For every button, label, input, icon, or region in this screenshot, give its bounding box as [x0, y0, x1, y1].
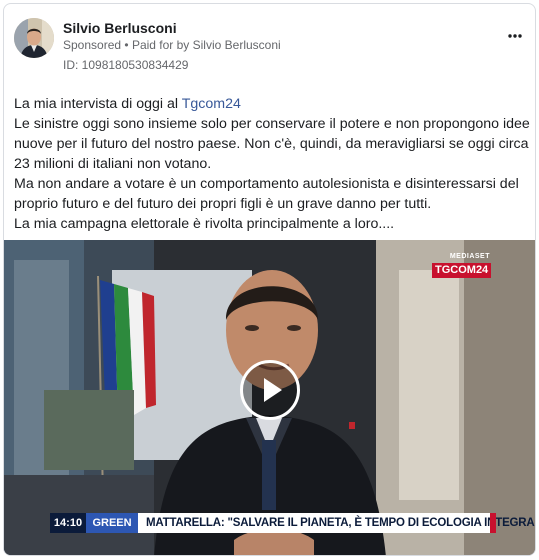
play-icon	[264, 378, 282, 402]
ticker-headline: MATTARELLA: "SALVARE IL PIANETA, È TEMPO…	[138, 513, 535, 533]
body-line-6: proprio futuro e del futuro dei propri f…	[14, 196, 432, 212]
tgcom24-link[interactable]: Tgcom24	[182, 96, 241, 112]
body-line-7: La mia campagna elettorale è rivolta pri…	[14, 216, 395, 232]
body-line-1: La mia intervista di oggi al Tgcom24	[14, 94, 529, 114]
body-line-2: Le sinistre oggi sono insieme solo per c…	[14, 116, 530, 132]
logo-mediaset: MEDIASET	[449, 253, 490, 260]
ticker-end-accent	[490, 513, 496, 533]
logo-tgcom24: TGCOM24	[432, 263, 492, 278]
ad-id: ID: 1098180530834429	[63, 58, 189, 72]
play-button[interactable]	[240, 360, 300, 420]
post-body: La mia intervista di oggi al Tgcom24 Le …	[14, 94, 530, 234]
body-line-5: Ma non andare a votare è un comportament…	[14, 176, 519, 192]
ticker-tag: GREEN	[86, 513, 138, 533]
more-horizontal-icon	[508, 34, 522, 38]
video-player[interactable]: MEDIASET TGCOM24 14:10 GREEN MATTARELLA:…	[4, 240, 535, 555]
paid-by-label: Paid for by Silvio Berlusconi	[131, 38, 281, 52]
body-line-3: nuove per il futuro del nostro paese. No…	[14, 136, 529, 152]
ticker-time: 14:10	[50, 513, 86, 533]
sponsored-label: Sponsored	[63, 38, 122, 52]
sponsored-line: Sponsored • Paid for by Silvio Berluscon…	[63, 38, 281, 52]
avatar-image	[14, 18, 54, 58]
news-ticker: 14:10 GREEN MATTARELLA: "SALVARE IL PIAN…	[50, 513, 535, 533]
more-options-button[interactable]	[504, 28, 526, 44]
ad-card: Silvio Berlusconi Sponsored • Paid for b…	[3, 3, 536, 556]
avatar[interactable]	[14, 18, 54, 58]
tgcom24-logo: MEDIASET TGCOM24	[432, 253, 492, 279]
body-line-1-text: La mia intervista di oggi al	[14, 96, 182, 112]
body-line-4: 23 milioni di italiani non votano.	[14, 156, 212, 172]
author-name[interactable]: Silvio Berlusconi	[63, 20, 177, 36]
separator-dot: •	[124, 38, 132, 52]
post-header: Silvio Berlusconi Sponsored • Paid for b…	[14, 18, 526, 76]
